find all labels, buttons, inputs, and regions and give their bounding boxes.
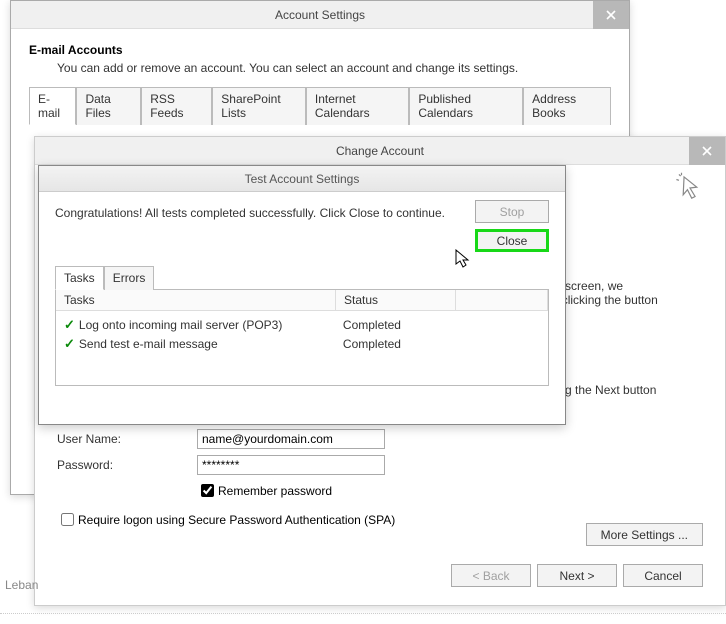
logon-information-section: Logon Information User Name: Password: R…	[57, 407, 703, 529]
tasks-table: Tasks Status ✓ Log onto incoming mail se…	[55, 290, 549, 386]
next-button[interactable]: Next >	[537, 564, 617, 587]
email-accounts-heading: E-mail Accounts	[29, 43, 611, 57]
tab-data-files[interactable]: Data Files	[76, 87, 141, 125]
tab-published-calendars[interactable]: Published Calendars	[409, 87, 523, 125]
divider	[0, 613, 726, 614]
test-dialog-title: Test Account Settings	[245, 172, 360, 186]
page-fragment-text: Leban	[5, 578, 38, 592]
back-button[interactable]: < Back	[451, 564, 531, 587]
table-row: ✓ Log onto incoming mail server (POP3) C…	[64, 317, 540, 333]
spa-checkbox[interactable]	[61, 513, 74, 526]
tab-address-books[interactable]: Address Books	[523, 87, 611, 125]
table-row: ✓ Send test e-mail message Completed	[64, 336, 540, 352]
cursor-sparkle-icon	[673, 171, 707, 208]
password-label: Password:	[57, 458, 197, 472]
close-button[interactable]: Close	[475, 229, 549, 252]
password-input[interactable]	[197, 455, 385, 475]
remember-password-checkbox[interactable]	[201, 484, 214, 497]
test-dialog-titlebar: Test Account Settings	[39, 166, 565, 192]
change-account-title: Change Account	[336, 144, 424, 158]
account-settings-title: Account Settings	[275, 8, 365, 22]
spa-label: Require logon using Secure Password Auth…	[78, 513, 395, 527]
close-icon[interactable]	[689, 137, 725, 165]
tab-email[interactable]: E-mail	[29, 87, 76, 125]
wizard-footer-buttons: < Back Next > Cancel	[451, 564, 703, 587]
cancel-button[interactable]: Cancel	[623, 564, 703, 587]
check-icon: ✓	[64, 336, 75, 352]
task-status: Completed	[343, 318, 401, 332]
tab-rss-feeds[interactable]: RSS Feeds	[141, 87, 212, 125]
more-settings-button[interactable]: More Settings ...	[586, 523, 703, 546]
tab-tasks[interactable]: Tasks	[55, 266, 104, 290]
test-account-settings-dialog: Test Account Settings Congratulations! A…	[38, 165, 566, 425]
check-icon: ✓	[64, 317, 75, 333]
user-name-label: User Name:	[57, 432, 197, 446]
task-name: Log onto incoming mail server (POP3)	[79, 318, 343, 332]
user-name-input[interactable]	[197, 429, 385, 449]
test-dialog-tabs: Tasks Errors	[55, 266, 549, 290]
tasks-column-header: Tasks	[56, 290, 336, 310]
task-status: Completed	[343, 337, 401, 351]
remember-password-label: Remember password	[218, 484, 332, 498]
close-icon[interactable]	[593, 1, 629, 29]
status-column-header: Status	[336, 290, 456, 310]
tab-sharepoint[interactable]: SharePoint Lists	[212, 87, 306, 125]
account-settings-titlebar: Account Settings	[11, 1, 629, 29]
change-account-titlebar: Change Account	[35, 137, 725, 165]
stop-button[interactable]: Stop	[475, 200, 549, 223]
account-settings-tabs: E-mail Data Files RSS Feeds SharePoint L…	[29, 87, 611, 125]
email-accounts-subtext: You can add or remove an account. You ca…	[57, 61, 611, 75]
tab-internet-calendars[interactable]: Internet Calendars	[306, 87, 409, 125]
task-name: Send test e-mail message	[79, 337, 343, 351]
tab-errors[interactable]: Errors	[104, 266, 155, 290]
